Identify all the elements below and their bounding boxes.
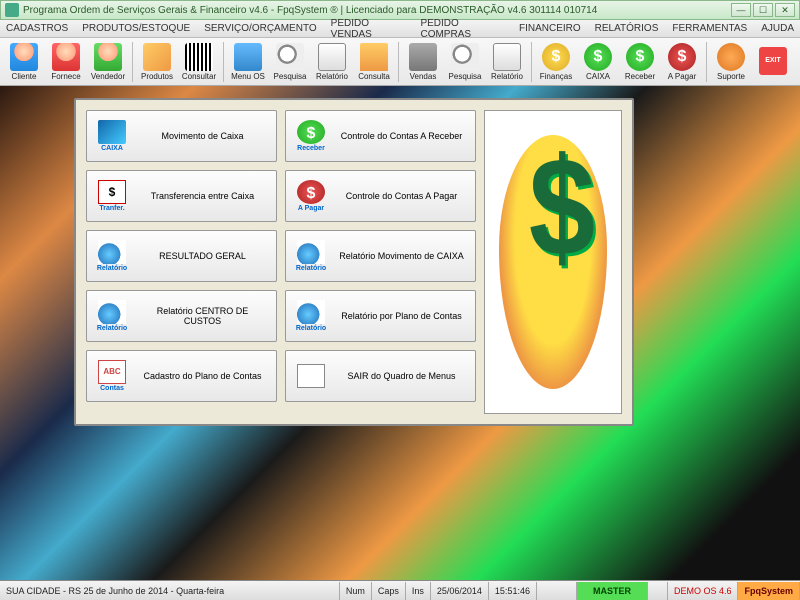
toolbar-vendas[interactable]: Vendas xyxy=(403,40,443,84)
person-green-icon xyxy=(94,43,122,71)
menu-button[interactable]: A PagarControle do Contas A Pagar xyxy=(285,170,476,222)
status-city: SUA CIDADE - RS 25 de Junho de 2014 - Qu… xyxy=(0,582,340,600)
barcode-icon xyxy=(185,43,213,71)
menu-button[interactable]: SAIR do Quadro de Menus xyxy=(285,350,476,402)
toolbar-relatório[interactable]: Relatório xyxy=(487,40,527,84)
menu-button-label: Relatório CENTRO DE CUSTOS xyxy=(133,306,272,326)
menu-button-label: Controle do Contas A Pagar xyxy=(332,191,471,201)
folder-icon xyxy=(360,43,388,71)
menu-button-label: Controle do Contas A Receber xyxy=(332,131,471,141)
menu-ajuda[interactable]: AJUDA xyxy=(761,23,794,34)
toolbar-cliente[interactable]: Cliente xyxy=(4,40,44,84)
window-title: Programa Ordem de Serviços Gerais & Fina… xyxy=(23,5,731,16)
menu-button[interactable]: Tranfer.Transferencia entre Caixa xyxy=(86,170,277,222)
rel-icon xyxy=(297,300,325,324)
menu-button[interactable]: ContasCadastro do Plano de Contas xyxy=(86,350,277,402)
menu-button-label: Relatório Movimento de CAIXA xyxy=(332,251,471,261)
close-button[interactable]: ✕ xyxy=(775,3,795,17)
toolbar-relatório[interactable]: Relatório xyxy=(312,40,352,84)
caixa-icon xyxy=(98,120,126,144)
status-time: 15:51:46 xyxy=(489,582,537,600)
dollar-green-icon xyxy=(626,43,654,71)
menu-cadastros[interactable]: CADASTROS xyxy=(6,23,68,34)
status-ins: Ins xyxy=(406,582,431,600)
dollar-sign-icon: $ xyxy=(529,126,595,288)
report-icon xyxy=(493,43,521,71)
toolbar-vendedor[interactable]: Vendedor xyxy=(88,40,128,84)
panel-image: $ xyxy=(484,110,622,414)
person-red-icon xyxy=(52,43,80,71)
menu-button-label: SAIR do Quadro de Menus xyxy=(332,371,471,381)
transfer-icon xyxy=(98,180,126,204)
toolbar: ClienteForneceVendedorProdutosConsultarM… xyxy=(0,38,800,86)
clip-icon xyxy=(234,43,262,71)
toolbar-receber[interactable]: Receber xyxy=(620,40,660,84)
maximize-button[interactable]: ☐ xyxy=(753,3,773,17)
status-master: MASTER xyxy=(577,582,648,600)
status-fpq: FpqSystem xyxy=(738,582,800,600)
toolbar-consultar[interactable]: Consultar xyxy=(179,40,219,84)
rel-icon xyxy=(98,300,126,324)
menu-button[interactable]: RelatórioRelatório Movimento de CAIXA xyxy=(285,230,476,282)
toolbar-pesquisa[interactable]: Pesquisa xyxy=(445,40,485,84)
menu-button-label: RESULTADO GERAL xyxy=(133,251,272,261)
status-caps: Caps xyxy=(372,582,406,600)
toolbar-fornece[interactable]: Fornece xyxy=(46,40,86,84)
search-icon xyxy=(451,43,479,71)
menu-button[interactable]: RelatórioRelatório CENTRO DE CUSTOS xyxy=(86,290,277,342)
menu-button-label: Movimento de Caixa xyxy=(133,131,272,141)
dollar-green-icon xyxy=(297,120,325,144)
menu-produtos/estoque[interactable]: PRODUTOS/ESTOQUE xyxy=(82,23,190,34)
menu-ferramentas[interactable]: FERRAMENTAS xyxy=(672,23,747,34)
toolbar-suporte[interactable]: Suporte xyxy=(711,40,751,84)
finance-menu-panel: CAIXAMovimento de CaixaReceberControle d… xyxy=(74,98,634,426)
menu-button-label: Transferencia entre Caixa xyxy=(133,191,272,201)
menu-button[interactable]: RelatórioRESULTADO GERAL xyxy=(86,230,277,282)
workspace: CAIXAMovimento de CaixaReceberControle d… xyxy=(0,86,800,580)
toolbar-produtos[interactable]: Produtos xyxy=(137,40,177,84)
menu-button[interactable]: ReceberControle do Contas A Receber xyxy=(285,110,476,162)
cart-icon xyxy=(409,43,437,71)
menu-financeiro[interactable]: FINANCEIRO xyxy=(519,23,581,34)
person-blue-icon xyxy=(10,43,38,71)
menu-button[interactable]: RelatórioRelatório por Plano de Contas xyxy=(285,290,476,342)
status-demo: DEMO OS 4.6 xyxy=(668,582,739,600)
toolbar-consulta[interactable]: Consulta xyxy=(354,40,394,84)
status-date: 25/06/2014 xyxy=(431,582,489,600)
app-icon xyxy=(5,3,19,17)
abc-icon xyxy=(98,360,126,384)
menu-pedido compras[interactable]: PEDIDO COMPRAS xyxy=(420,18,505,40)
toolbar-finanças[interactable]: Finanças xyxy=(536,40,576,84)
dollar-green-icon xyxy=(584,43,612,71)
search-icon xyxy=(276,43,304,71)
menu-relatórios[interactable]: RELATÓRIOS xyxy=(595,23,659,34)
box-icon xyxy=(143,43,171,71)
rel-icon xyxy=(297,240,325,264)
menu-button-label: Relatório por Plano de Contas xyxy=(332,311,471,321)
status-num: Num xyxy=(340,582,372,600)
menu-pedido vendas[interactable]: PEDIDO VENDAS xyxy=(331,18,407,40)
toolbar-exit[interactable] xyxy=(753,40,793,84)
dollar-yellow-icon xyxy=(542,43,570,71)
toolbar-caixa[interactable]: CAIXA xyxy=(578,40,618,84)
exit-icon xyxy=(759,47,787,75)
menu-serviço/orçamento[interactable]: SERVIÇO/ORÇAMENTO xyxy=(204,23,316,34)
report-icon xyxy=(318,43,346,71)
toolbar-a pagar[interactable]: A Pagar xyxy=(662,40,702,84)
menu-button[interactable]: CAIXAMovimento de Caixa xyxy=(86,110,277,162)
minimize-button[interactable]: — xyxy=(731,3,751,17)
dollar-red-icon xyxy=(297,180,325,204)
support-icon xyxy=(717,43,745,71)
menubar: CADASTROS PRODUTOS/ESTOQUE SERVIÇO/ORÇAMEN… xyxy=(0,20,800,38)
toolbar-menu os[interactable]: Menu OS xyxy=(228,40,268,84)
menu-button-label: Cadastro do Plano de Contas xyxy=(133,371,272,381)
toolbar-pesquisa[interactable]: Pesquisa xyxy=(270,40,310,84)
dollar-red-icon xyxy=(668,43,696,71)
sair-icon xyxy=(297,364,325,388)
rel-icon xyxy=(98,240,126,264)
statusbar: SUA CIDADE - RS 25 de Junho de 2014 - Qu… xyxy=(0,580,800,600)
